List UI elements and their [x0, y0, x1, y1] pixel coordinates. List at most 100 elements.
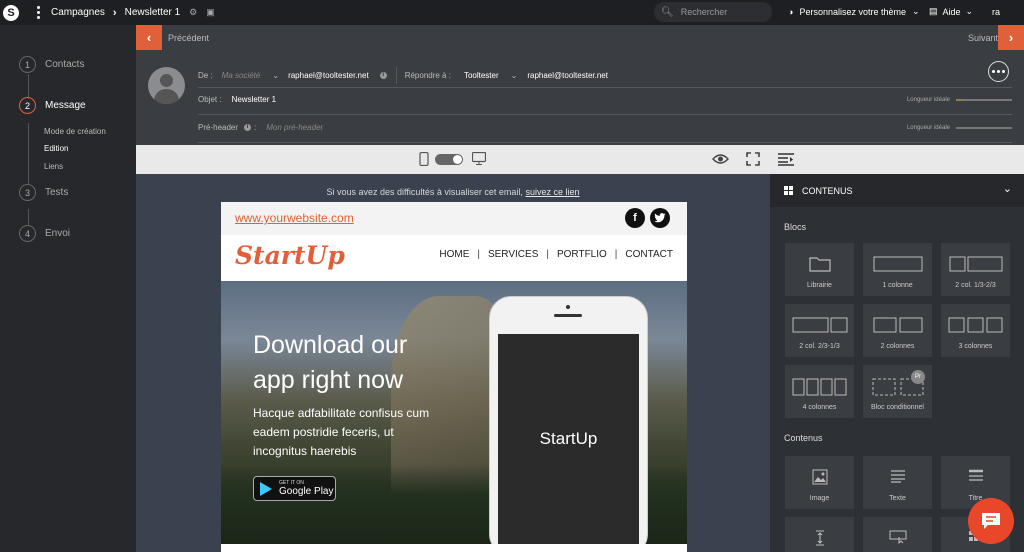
email-header-form: De : Ma société ⌄ raphael@tooltester.net…: [136, 50, 1024, 145]
tile-label: Texte: [889, 495, 906, 502]
website-link[interactable]: www.yourwebsite.com: [235, 211, 354, 225]
step-label: Envoi: [45, 228, 71, 239]
tile-label: Bloc conditionnel: [871, 404, 924, 411]
fullscreen-icon[interactable]: [746, 152, 760, 166]
sender-avatar: [148, 67, 185, 104]
reply-name-input[interactable]: Tooltester: [464, 71, 499, 80]
content-image[interactable]: Image: [785, 456, 854, 509]
menu-separator: |: [614, 249, 618, 260]
steps-sidebar: 1 Contacts 2 Message Mode de création Ed…: [0, 25, 136, 552]
tile-label: 4 colonnes: [802, 404, 837, 411]
brand-logo: StartUp: [235, 241, 345, 270]
bloc-3-col[interactable]: 3 colonnes: [941, 304, 1010, 357]
reply-email-select[interactable]: raphael@tooltester.net: [527, 71, 608, 80]
bloc-1-col[interactable]: 1 colonne: [863, 243, 932, 296]
bloc-library[interactable]: Librairie: [785, 243, 854, 296]
substep-links[interactable]: Liens: [44, 162, 63, 171]
content-panel: CONTENUS ⌄ Blocs Librairie 1 colonne 2 c…: [770, 174, 1024, 552]
content-text[interactable]: Texte: [863, 456, 932, 509]
step-number: 3: [19, 184, 36, 201]
bloc-2-col[interactable]: 2 colonnes: [863, 304, 932, 357]
more-vertical-icon[interactable]: [35, 6, 41, 19]
chevron-down-icon: ⌄: [912, 6, 920, 16]
content-spacer[interactable]: [785, 517, 854, 552]
content-button[interactable]: [863, 517, 932, 552]
sender-name-input[interactable]: Ma société: [222, 71, 261, 80]
step-connector: [28, 74, 29, 99]
divider: [198, 114, 1012, 115]
search-input[interactable]: 🔍︎ Rechercher: [654, 2, 772, 22]
step-tests[interactable]: 3 Tests: [19, 184, 68, 201]
fallback-link[interactable]: suivez ce lien: [525, 187, 579, 197]
grid-icon: [784, 186, 793, 195]
info-icon[interactable]: i: [379, 72, 387, 79]
bloc-4-col[interactable]: 4 colonnes: [785, 365, 854, 418]
button-icon: [889, 530, 906, 544]
blocs-label: Blocs: [784, 222, 807, 232]
search-icon: 🔍︎: [661, 6, 674, 18]
step-number: 4: [19, 225, 36, 242]
preheader-row: Pré-header i : Mon pré-header: [198, 123, 323, 132]
divider: [198, 87, 1012, 88]
menu-contact[interactable]: CONTACT: [625, 249, 673, 260]
step-envoi[interactable]: 4 Envoi: [19, 225, 70, 242]
facebook-icon[interactable]: f: [625, 208, 645, 228]
dropdown-caret-icon[interactable]: ⌄: [272, 71, 279, 80]
hero-body: Hacque adfabilitate confisus cum eadem p…: [253, 406, 430, 458]
substep-creation-mode[interactable]: Mode de création: [44, 127, 106, 136]
help-button[interactable]: ▤ Aide ⌄: [929, 6, 973, 17]
email-nav[interactable]: StartUp HOME | SERVICES | PORTFLIO | CON…: [221, 235, 687, 281]
menu-portfolio[interactable]: PORTFLIO: [557, 249, 607, 260]
bloc-2-col-1-3-2-3[interactable]: 2 col. 1/3-2/3: [941, 243, 1010, 296]
email-top-bar[interactable]: www.yourwebsite.com f: [221, 202, 687, 235]
hero-section[interactable]: Download our app right now Hacque adfabi…: [221, 281, 687, 544]
step-message[interactable]: 2 Message: [19, 97, 86, 114]
device-toggle[interactable]: [435, 154, 463, 165]
save-icon[interactable]: ▣: [206, 7, 215, 18]
bloc-2-col-2-3-1-3[interactable]: 2 col. 2/3-1/3: [785, 304, 854, 357]
tile-label: 1 colonne: [882, 282, 913, 289]
folder-icon: [808, 257, 831, 272]
menu-services[interactable]: SERVICES: [488, 249, 538, 260]
info-icon[interactable]: i: [244, 124, 252, 131]
menu-home[interactable]: HOME: [439, 249, 469, 260]
gear-icon[interactable]: ⚙: [189, 7, 197, 18]
reply-label: Répondre à :: [404, 71, 451, 80]
preheader-input[interactable]: Mon pré-header: [266, 123, 323, 132]
tile-label: 3 colonnes: [958, 343, 993, 350]
chat-support-button[interactable]: [968, 498, 1014, 544]
panel-toggle-icon[interactable]: [778, 153, 794, 166]
from-email-select[interactable]: raphael@tooltester.net: [288, 71, 369, 80]
step-number: 1: [19, 56, 36, 73]
contenus-header[interactable]: CONTENUS ⌄: [770, 174, 1024, 207]
twitter-icon[interactable]: [650, 208, 670, 228]
length-bar: [956, 99, 1012, 101]
length-bar: [956, 127, 1012, 129]
one-column-icon: [873, 256, 922, 272]
next-button[interactable]: ›: [998, 25, 1024, 50]
previous-label[interactable]: Précédent: [168, 33, 209, 43]
preview-eye-icon[interactable]: [712, 153, 729, 165]
google-play-badge[interactable]: GET IT ON Google Play: [253, 476, 336, 501]
theme-button[interactable]: ◑ Personnalisez votre thème ⌄: [788, 6, 920, 17]
previous-button[interactable]: ‹: [136, 25, 162, 50]
hero-title: Download our app right now: [253, 331, 408, 394]
app-logo[interactable]: S: [3, 4, 19, 21]
step-contacts[interactable]: 1 Contacts: [19, 56, 84, 73]
phone-mockup: StartUp: [489, 296, 648, 544]
user-avatar[interactable]: ra: [988, 5, 1004, 21]
theme-label: Personnalisez votre thème: [799, 6, 906, 17]
breadcrumb-campaigns[interactable]: Campagnes: [51, 7, 105, 18]
chevron-right-icon: ›: [112, 6, 117, 19]
email-preview[interactable]: www.yourwebsite.com f StartUp HOME | SER…: [221, 202, 687, 552]
desktop-icon[interactable]: [472, 152, 486, 165]
search-placeholder: Rechercher: [680, 7, 728, 17]
subject-input[interactable]: Newsletter 1: [232, 95, 276, 104]
substep-edition[interactable]: Edition: [44, 144, 68, 153]
mobile-icon[interactable]: [419, 152, 429, 166]
bloc-conditional[interactable]: Pr Bloc conditionnel: [863, 365, 932, 418]
next-label[interactable]: Suivant: [968, 33, 998, 43]
phone-camera: [566, 305, 570, 309]
dropdown-caret-icon[interactable]: ⌄: [511, 71, 518, 80]
more-options-button[interactable]: [988, 61, 1009, 82]
